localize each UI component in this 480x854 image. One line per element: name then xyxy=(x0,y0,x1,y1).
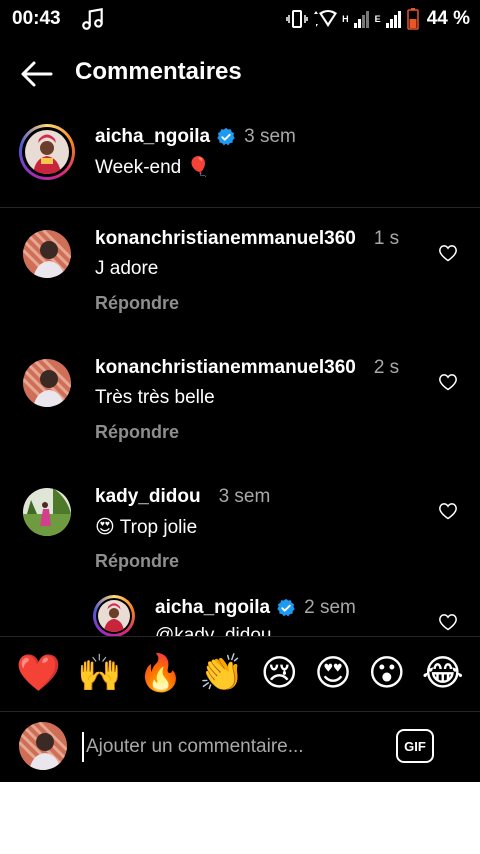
battery-icon xyxy=(406,8,419,30)
comment-text: J adore xyxy=(95,258,159,279)
nested-reply-row: aicha_ngoila 2 sem @kady_didou xyxy=(0,595,480,636)
commenter-avatar[interactable] xyxy=(23,359,71,407)
current-user-avatar xyxy=(19,722,67,770)
battery-percentage: 44 % xyxy=(426,8,470,29)
signal-icon-2 xyxy=(385,11,401,28)
status-indicators: H E 44 % xyxy=(286,7,470,31)
reply-meta: aicha_ngoila 2 sem xyxy=(155,597,356,619)
comment-row: kady_didou 3 sem 😍 Trop jolie Répondre xyxy=(0,486,480,596)
caption-meta: aicha_ngoila 3 sem xyxy=(95,126,296,148)
gif-button[interactable]: GIF xyxy=(396,729,434,763)
heart-icon[interactable] xyxy=(438,612,458,632)
signal-icon-1 xyxy=(353,11,369,28)
vibrate-icon xyxy=(286,10,308,28)
reply-button[interactable]: Répondre xyxy=(95,422,179,443)
comment-row: konanchristianemmanuel360 2 s Très très … xyxy=(0,357,480,467)
avatar xyxy=(25,130,69,174)
reply-button[interactable]: Répondre xyxy=(95,551,179,572)
heart-icon[interactable] xyxy=(438,372,458,392)
verified-badge-icon xyxy=(217,127,235,146)
reaction-fire[interactable]: 🔥 xyxy=(138,656,183,692)
header: Commentaires xyxy=(0,50,480,96)
page-title: Commentaires xyxy=(75,58,242,85)
reaction-heart-eyes[interactable]: 😍 xyxy=(314,656,352,692)
comment-input[interactable] xyxy=(82,732,382,762)
comment-time: 3 sem xyxy=(218,486,271,507)
network-type-h: H xyxy=(342,14,349,24)
reaction-heart[interactable]: ❤️ xyxy=(16,656,61,692)
comment-time: 1 s xyxy=(373,228,400,249)
wifi-icon xyxy=(314,10,338,27)
comment-meta: kady_didou 3 sem xyxy=(95,486,270,508)
comment-composer: GIF xyxy=(0,712,480,782)
comment-text: 😍 Trop jolie xyxy=(95,517,198,538)
comment-meta: konanchristianemmanuel360 1 s xyxy=(95,228,399,250)
caption-time: 3 sem xyxy=(244,126,296,147)
caption-username[interactable]: aicha_ngoila xyxy=(95,126,210,148)
caption-text: Week-end 🎈 xyxy=(95,157,211,178)
reaction-surprised[interactable]: 😮 xyxy=(368,656,406,692)
music-note-icon xyxy=(82,7,103,30)
story-ring[interactable] xyxy=(93,595,135,636)
verified-badge-icon xyxy=(277,598,295,617)
comment-username[interactable]: kady_didou xyxy=(95,486,201,508)
comment-username[interactable]: konanchristianemmanuel360 xyxy=(95,357,356,379)
comment-meta: konanchristianemmanuel360 2 s xyxy=(95,357,399,379)
avatar xyxy=(98,600,130,632)
back-button[interactable] xyxy=(16,54,56,94)
post-caption: aicha_ngoila 3 sem Week-end 🎈 xyxy=(0,118,480,208)
reply-time: 2 sem xyxy=(304,597,356,618)
status-bar: 00:43 H E 44 % xyxy=(0,0,480,38)
reaction-clapping[interactable]: 👏 xyxy=(199,656,244,692)
reaction-crying[interactable]: 😢 xyxy=(260,656,298,692)
comment-row: konanchristianemmanuel360 1 s J adore Ré… xyxy=(0,228,480,338)
reply-username[interactable]: aicha_ngoila xyxy=(155,597,270,619)
network-type-e: E xyxy=(374,14,381,24)
heart-icon[interactable] xyxy=(438,501,458,521)
reaction-laughing[interactable]: 😂 xyxy=(422,656,464,692)
reply-button[interactable]: Répondre xyxy=(95,293,179,314)
status-time: 00:43 xyxy=(12,8,61,29)
reaction-raising-hands[interactable]: 🙌 xyxy=(77,656,122,692)
comment-time: 2 s xyxy=(373,357,400,378)
reply-text: @kady_didou xyxy=(155,625,272,636)
story-ring[interactable] xyxy=(19,124,75,180)
commenter-avatar[interactable] xyxy=(23,230,71,278)
heart-icon[interactable] xyxy=(438,243,458,263)
commenter-avatar[interactable] xyxy=(23,488,71,536)
comment-username[interactable]: konanchristianemmanuel360 xyxy=(95,228,356,250)
quick-reactions-bar: ❤️ 🙌 🔥 👏 😢 😍 😮 😂 xyxy=(0,636,480,712)
arrow-left-icon xyxy=(21,61,53,87)
comments-screen: 00:43 H E 44 % Commentaires aicha_ngoila… xyxy=(0,0,480,782)
comment-text: Très très belle xyxy=(95,387,215,408)
